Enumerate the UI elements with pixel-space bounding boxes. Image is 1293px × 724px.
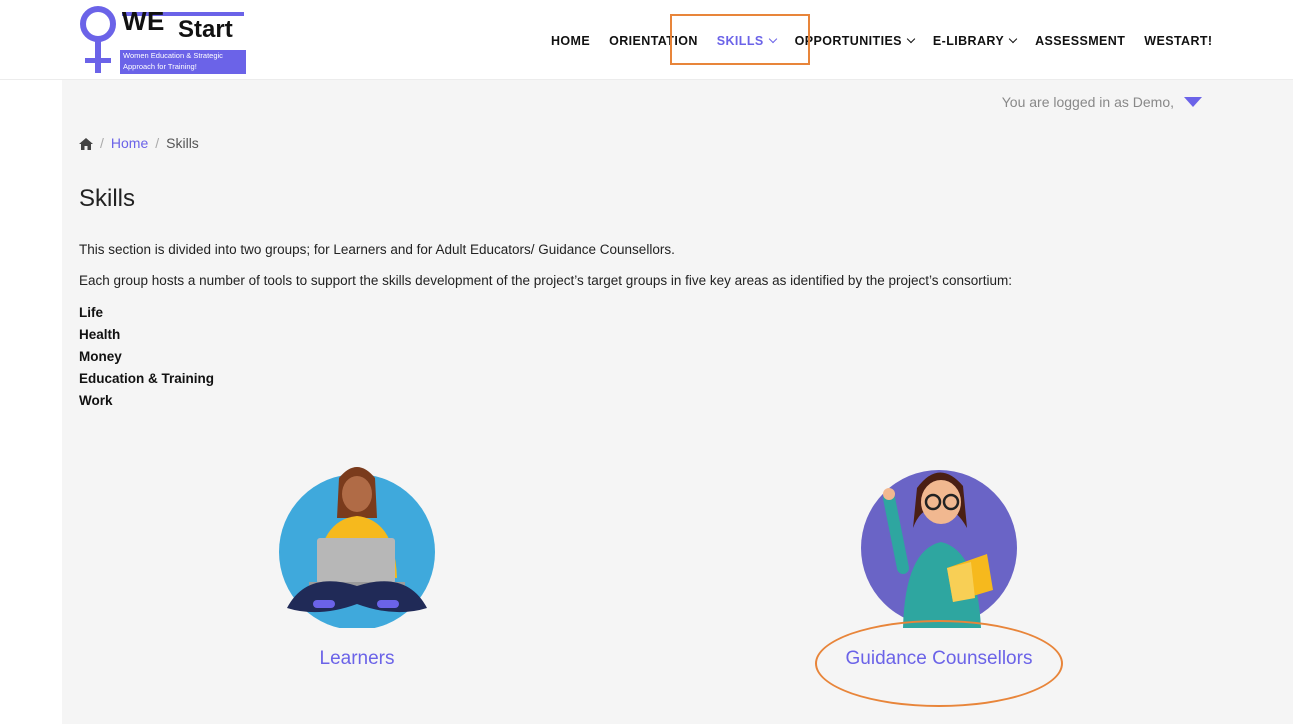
learners-link[interactable]: Learners bbox=[237, 648, 477, 670]
chevron-down-icon bbox=[1008, 34, 1018, 44]
learner-illustration[interactable] bbox=[277, 458, 437, 630]
logo-tagline: Women Education & Strategic Approach for… bbox=[120, 50, 246, 74]
learners-card[interactable]: Learners bbox=[237, 458, 477, 670]
area-item: Life bbox=[79, 305, 104, 320]
counsellor-illustration[interactable] bbox=[859, 458, 1019, 628]
counsellors-highlight-ellipse bbox=[815, 620, 1063, 707]
home-icon[interactable] bbox=[79, 137, 93, 150]
westart-logo[interactable]: WE Start Women Education & Strategic App… bbox=[78, 6, 248, 76]
logo-tagline-line1: Women Education & Strategic bbox=[123, 51, 223, 60]
area-item: Education & Training bbox=[79, 371, 215, 386]
logo-word-start: Start bbox=[178, 16, 233, 43]
user-menu[interactable]: You are logged in as Demo, bbox=[1002, 94, 1202, 110]
nav-westart[interactable]: WESTART! bbox=[1144, 34, 1212, 48]
breadcrumb-separator: / bbox=[100, 135, 104, 151]
caret-down-icon[interactable] bbox=[1184, 97, 1202, 107]
breadcrumb-home-link[interactable]: Home bbox=[111, 135, 148, 151]
site-header: WE Start Women Education & Strategic App… bbox=[0, 0, 1293, 80]
nav-e-library[interactable]: E-LIBRARY bbox=[933, 34, 1018, 48]
breadcrumb: / Home / Skills bbox=[79, 135, 199, 151]
logo-word-we: WE bbox=[122, 6, 165, 36]
nav-assessment[interactable]: ASSESSMENT bbox=[1035, 34, 1125, 48]
breadcrumb-separator: / bbox=[155, 135, 160, 151]
key-areas-list: Life Health Money Education & Training W… bbox=[79, 302, 214, 412]
area-item: Work bbox=[79, 393, 113, 408]
logo-tagline-line2: Approach for Training! bbox=[123, 62, 197, 71]
area-item: Money bbox=[79, 349, 122, 364]
breadcrumb-current: Skills bbox=[166, 135, 199, 151]
nav-home[interactable]: HOME bbox=[551, 34, 590, 48]
description-text: Each group hosts a number of tools to su… bbox=[79, 273, 1013, 288]
chevron-down-icon bbox=[906, 34, 916, 44]
area-item: Health bbox=[79, 327, 121, 342]
intro-text: This section is divided into two groups;… bbox=[79, 242, 675, 257]
login-status-text: You are logged in as Demo, bbox=[1001, 94, 1174, 110]
page-title: Skills bbox=[79, 185, 136, 212]
main-nav: HOME ORIENTATION SKILLS OPPORTUNITIES E-… bbox=[551, 34, 1232, 48]
skills-highlight-box bbox=[670, 14, 810, 65]
nav-opportunities[interactable]: OPPORTUNITIES bbox=[795, 34, 916, 48]
